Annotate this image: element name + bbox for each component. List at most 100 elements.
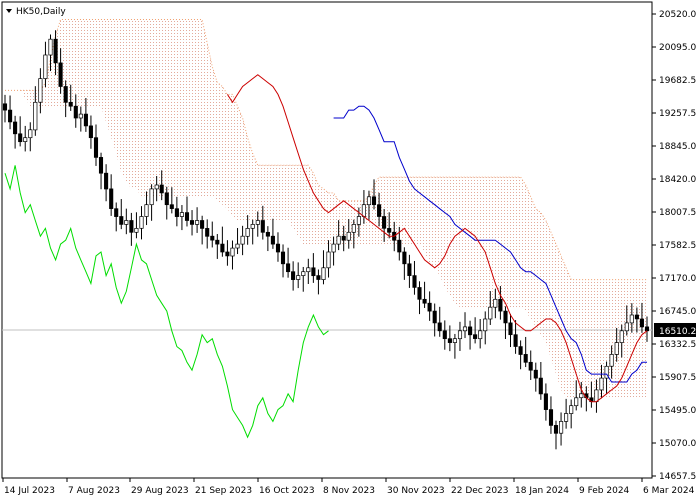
candle-body	[88, 125, 93, 139]
x-tick-label: 8 Nov 2023	[323, 486, 375, 496]
candle-body	[624, 322, 629, 332]
candle-body	[346, 231, 351, 241]
candle-body	[442, 330, 447, 340]
symbol-header[interactable]: HK50,Daily	[6, 7, 66, 17]
candle-body	[387, 228, 392, 233]
candle-body	[119, 216, 124, 225]
candle-body	[179, 212, 184, 217]
y-tick-label: 15070.0	[659, 439, 696, 449]
candle-body	[361, 204, 366, 217]
candle-body	[296, 275, 301, 280]
candle-body	[569, 405, 574, 414]
candle-body	[291, 271, 296, 280]
candle-body	[33, 101, 38, 131]
candle-body	[68, 101, 73, 107]
candle-body	[533, 369, 538, 379]
candle-body	[316, 275, 321, 280]
candle-body	[286, 263, 291, 273]
candle-body	[417, 287, 422, 300]
candle-body	[326, 251, 331, 269]
candle-body	[634, 314, 639, 320]
candle-body	[594, 389, 599, 403]
chart-root: 20520.0 20095.0 19682.5 19257.5 18845.0 18420…	[0, 0, 700, 500]
candle-body	[548, 409, 554, 426]
y-tick-label: 17170.0	[659, 274, 696, 284]
candle-body	[553, 425, 559, 434]
candle-body	[28, 129, 33, 139]
y-tick-label: 18007.5	[659, 208, 696, 218]
candle-body	[109, 188, 114, 209]
candle-body	[483, 318, 488, 332]
ichimoku-chart: 20520.0 20095.0 19682.5 19257.5 18845.0 18420…	[0, 0, 700, 500]
y-tick-label: 18845.0	[659, 142, 696, 152]
candle-body	[144, 204, 149, 217]
candle-body	[473, 334, 478, 339]
candle-body	[432, 310, 437, 324]
x-tick-label: 16 Oct 2023	[259, 486, 315, 496]
candle-body	[13, 121, 18, 135]
candle-body	[184, 212, 190, 221]
candle-body	[169, 204, 174, 209]
current-price-label: 16510.2	[659, 327, 696, 337]
candle-body	[518, 346, 523, 355]
candle-body	[614, 342, 619, 355]
x-tick-label: 30 Nov 2023	[387, 486, 445, 496]
candle-body	[538, 377, 543, 395]
candle-body	[488, 306, 493, 320]
candle-body	[468, 326, 473, 336]
candle-body	[457, 330, 463, 340]
candle-body	[402, 251, 407, 265]
candle-body	[83, 113, 88, 127]
candle-body	[270, 235, 275, 245]
candle-body	[644, 326, 650, 332]
x-tick-label: 21 Sep 2023	[195, 486, 252, 496]
candle-body	[220, 243, 225, 253]
candle-body	[528, 361, 533, 371]
candle-body	[407, 263, 412, 276]
candle-body	[574, 397, 579, 407]
candle-body	[174, 208, 179, 217]
candle-body	[240, 235, 245, 245]
candle-body	[523, 354, 528, 363]
candle-body	[356, 216, 361, 225]
candle-body	[23, 137, 28, 142]
candle-body	[235, 243, 240, 249]
candle-body	[382, 216, 387, 229]
y-tick-label: 15907.5	[659, 373, 696, 383]
candle-body	[78, 113, 83, 119]
candle-body	[280, 251, 286, 265]
candle-body	[377, 204, 382, 217]
candle-body	[452, 338, 457, 343]
candle-body	[53, 38, 58, 64]
candle-body	[48, 38, 53, 56]
x-tick-label: 9 Feb 2024	[579, 486, 630, 496]
candle-body	[230, 247, 235, 257]
y-tick-label: 19257.5	[659, 109, 696, 119]
candle-body	[336, 235, 341, 245]
candle-body	[366, 196, 372, 206]
candle-body	[265, 231, 270, 237]
candle-body	[559, 421, 564, 434]
candle-body	[159, 184, 164, 194]
candle-body	[397, 239, 402, 253]
y-tick-label: 18420.0	[659, 175, 696, 185]
y-tick-label: 16332.5	[659, 340, 696, 350]
candle-body	[195, 220, 200, 225]
candle-body	[58, 62, 63, 87]
candle-body	[564, 413, 569, 422]
candle-body	[498, 298, 503, 312]
y-tick-label: 16745.0	[659, 307, 696, 317]
candle-body	[478, 330, 483, 340]
candle-body	[371, 196, 377, 206]
candle-body	[311, 267, 316, 277]
candle-body	[73, 105, 78, 119]
candle-body	[154, 184, 159, 190]
candle-body	[164, 192, 169, 206]
candle-body	[98, 157, 104, 174]
candle-body	[513, 334, 518, 347]
candle-body	[543, 393, 548, 410]
candle-body	[639, 318, 644, 328]
x-tick-label: 22 Dec 2023	[451, 486, 509, 496]
candle-body	[255, 220, 260, 225]
candle-body	[139, 216, 144, 229]
